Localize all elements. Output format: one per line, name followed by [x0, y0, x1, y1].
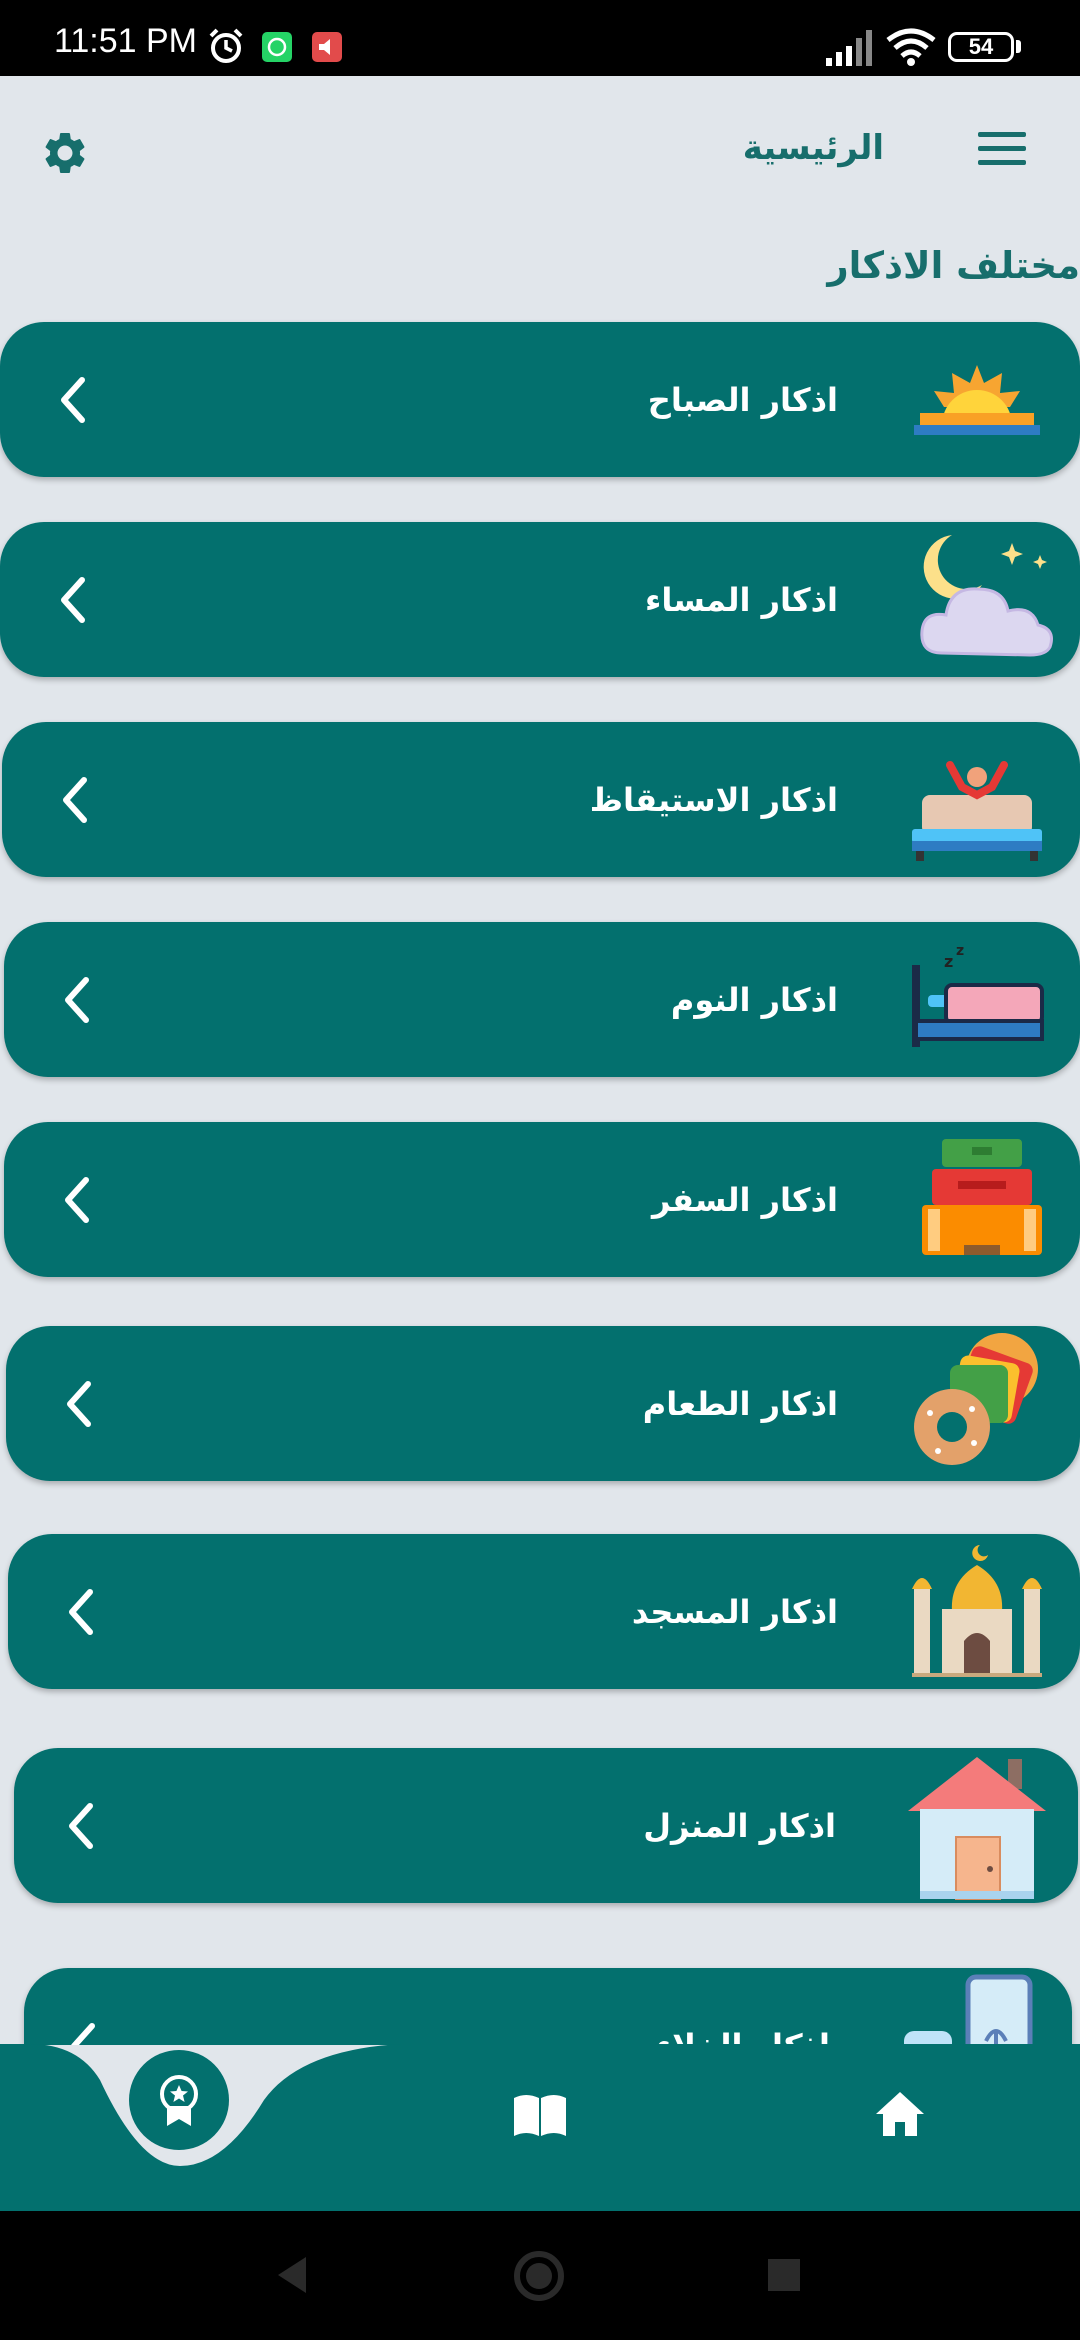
system-nav-bar	[0, 2211, 1080, 2340]
back-icon[interactable]	[272, 2253, 312, 2297]
card-morning-azkar[interactable]: اذكار الصباح	[0, 322, 1080, 477]
svg-text:z: z	[956, 943, 964, 959]
card-mosque-azkar[interactable]: اذكار المسجد	[8, 1534, 1080, 1689]
chevron-left-icon	[65, 976, 89, 1023]
signal-icon	[826, 30, 872, 66]
svg-text:z: z	[944, 952, 953, 971]
card-label: اذكار المسجد	[631, 1592, 838, 1631]
card-travel-azkar[interactable]: اذكار السفر	[4, 1122, 1080, 1277]
status-bar: 11:51 PM 54	[0, 0, 1080, 76]
battery-icon: 54	[948, 32, 1014, 62]
chevron-left-icon	[67, 1380, 91, 1427]
card-label: اذكار السفر	[651, 1180, 838, 1219]
recents-icon[interactable]	[766, 2257, 802, 2293]
nav-award-button[interactable]	[129, 2050, 229, 2150]
alarm-icon	[209, 28, 243, 63]
card-label: اذكار الاستيقاظ	[589, 780, 838, 819]
card-label: اذكار المساء	[645, 580, 838, 619]
chevron-left-icon	[61, 576, 85, 623]
card-bathroom-azkar[interactable]: اذكار الخلاء	[24, 1968, 1072, 2045]
notification-app-icon	[312, 32, 342, 62]
card-waking-azkar[interactable]: اذكار الاستيقاظ	[2, 722, 1080, 877]
app-header	[0, 76, 1080, 231]
sleep-bed-icon: z z	[912, 943, 1044, 1047]
home-nav-icon[interactable]	[512, 2249, 566, 2303]
suitcases-icon	[922, 1138, 1042, 1255]
battery-tip	[1016, 40, 1021, 53]
house-icon	[908, 1756, 1046, 1900]
chevron-left-icon	[61, 376, 85, 423]
night-cloud-icon	[920, 534, 1053, 657]
bathroom-icon	[904, 1974, 1033, 2045]
card-label: اذكار المنزل	[643, 1806, 836, 1845]
gear-icon[interactable]	[40, 128, 90, 178]
card-evening-azkar[interactable]: اذكار المساء	[0, 522, 1080, 677]
card-label: اذكار الصباح	[647, 380, 838, 419]
card-label: اذكار الطعام	[642, 1384, 838, 1423]
book-icon[interactable]	[512, 2090, 568, 2138]
wake-up-bed-icon	[912, 760, 1042, 861]
status-time: 11:51 PM	[54, 22, 198, 60]
card-label: اذكار النوم	[670, 980, 838, 1019]
mosque-icon	[912, 1544, 1042, 1677]
card-home-azkar[interactable]: اذكار المنزل	[14, 1748, 1078, 1903]
chevron-left-icon	[69, 1588, 93, 1635]
chevron-left-icon	[71, 2022, 95, 2045]
food-icon	[914, 1332, 1038, 1465]
page-title: الرئيسية	[742, 128, 884, 168]
card-food-azkar[interactable]: اذكار الطعام	[6, 1326, 1080, 1481]
card-label: اذكار الخلاء	[656, 2027, 830, 2046]
chevron-left-icon	[65, 1176, 89, 1223]
chevron-left-icon	[63, 776, 87, 823]
sunrise-icon	[914, 364, 1040, 435]
chevron-left-icon	[69, 1802, 93, 1849]
whatsapp-icon	[262, 32, 292, 62]
home-icon[interactable]	[874, 2090, 926, 2138]
azkar-list: اذكار الصباح اذكار المساء اذكار الاستيقا…	[0, 300, 1080, 2045]
battery-level: 54	[968, 34, 994, 59]
menu-icon[interactable]	[978, 132, 1026, 166]
wifi-icon	[886, 28, 936, 66]
section-title: مختلف الاذكار	[827, 244, 1080, 287]
award-icon	[160, 2075, 198, 2126]
card-sleep-azkar[interactable]: اذكار النوم z z	[4, 922, 1080, 1077]
